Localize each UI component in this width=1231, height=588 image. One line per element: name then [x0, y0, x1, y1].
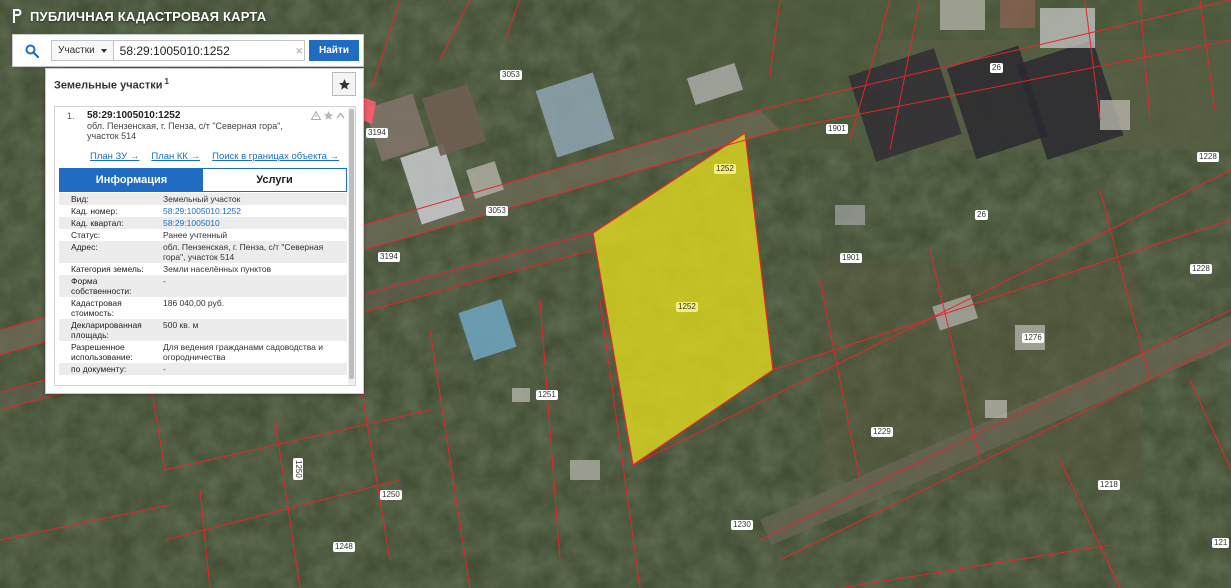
- info-key: Статус:: [71, 230, 101, 240]
- bookmark-button[interactable]: [332, 72, 356, 96]
- info-row: Статус: Ранее учтенный: [59, 229, 347, 241]
- parcel-label[interactable]: 1228: [1190, 264, 1212, 274]
- chevron-up-icon[interactable]: [336, 112, 345, 119]
- info-value: 186 040,00 руб.: [163, 298, 225, 308]
- parcel-label-selected[interactable]: 1252: [676, 302, 698, 312]
- warning-icon[interactable]: [311, 111, 321, 120]
- info-row: Форма собственности: -: [59, 275, 347, 297]
- result-index: 1.: [67, 111, 75, 121]
- info-key: Кад. номер:: [71, 206, 118, 216]
- parcel-label[interactable]: 3194: [378, 252, 400, 262]
- star-icon: [338, 78, 350, 90]
- parcel-label-selected[interactable]: 1252: [714, 164, 736, 174]
- results-count: 1: [164, 76, 169, 86]
- parcel-label[interactable]: 1901: [840, 253, 862, 263]
- info-value: Ранее учтенный: [163, 230, 228, 240]
- parcel-label[interactable]: 1228: [1197, 152, 1219, 162]
- scrollbar[interactable]: [348, 107, 355, 385]
- parcel-label[interactable]: 3194: [366, 128, 388, 138]
- info-value: обл. Пензенская, г. Пенза, с/т "Северная…: [163, 242, 324, 262]
- star-icon[interactable]: [323, 110, 334, 121]
- info-key: Адрес:: [71, 242, 98, 252]
- info-row: Декларированная площадь: 500 кв. м: [59, 319, 347, 341]
- app-header: ПУБЛИЧНАЯ КАДАСТРОВАЯ КАРТА: [0, 0, 400, 32]
- chevron-down-icon: [100, 48, 107, 53]
- info-row: Кад. номер: 58:29:1005010:1252: [59, 205, 347, 217]
- info-row: Кадастровая стоимость: 186 040,00 руб.: [59, 297, 347, 319]
- search-in-bounds-link[interactable]: Поиск в границах объекта →: [212, 151, 339, 162]
- search-type-label: Участки: [58, 45, 95, 56]
- panel-body: 1. 58:29:1005010:1252 обл. Пензенская, г…: [54, 106, 356, 386]
- parcel-label[interactable]: 1901: [826, 124, 848, 134]
- panel-header: Земельные участки 1: [46, 69, 363, 99]
- parcel-label[interactable]: 1229: [871, 427, 893, 437]
- result-links: План ЗУ → План КК → Поиск в границах объ…: [55, 151, 355, 162]
- plan-zu-link[interactable]: План ЗУ →: [90, 151, 139, 162]
- info-value: Земельный участок: [163, 194, 241, 204]
- tab-information[interactable]: Информация: [60, 169, 203, 191]
- info-value: -: [163, 364, 166, 374]
- parcel-label[interactable]: 1251: [536, 390, 558, 400]
- info-row: Вид: Земельный участок: [59, 193, 347, 205]
- info-tabs: Информация Услуги: [59, 168, 347, 192]
- info-key: Категория земель:: [71, 264, 144, 274]
- clear-search-icon[interactable]: ×: [295, 43, 303, 58]
- parcel-label[interactable]: 121: [1212, 538, 1230, 548]
- info-value: Земли населённых пунктов: [163, 264, 272, 274]
- info-row: по документу: -: [59, 363, 347, 375]
- result-item[interactable]: 1. 58:29:1005010:1252 обл. Пензенская, г…: [55, 107, 355, 141]
- info-key: Вид:: [71, 194, 89, 204]
- search-input[interactable]: [113, 40, 305, 61]
- info-row: Адрес: обл. Пензенская, г. Пенза, с/т "С…: [59, 241, 347, 263]
- app-title: ПУБЛИЧНАЯ КАДАСТРОВАЯ КАРТА: [30, 8, 267, 24]
- info-key: Разрешенное использование:: [71, 342, 133, 362]
- parcel-label[interactable]: 1248: [333, 542, 355, 552]
- parcel-label[interactable]: 1276: [1022, 333, 1044, 343]
- parcel-label[interactable]: 1250: [293, 458, 303, 480]
- parcel-label[interactable]: 26: [990, 63, 1003, 73]
- rosreestr-logo-icon[interactable]: [12, 8, 22, 24]
- parcel-label[interactable]: 3053: [486, 206, 508, 216]
- info-value: Для ведения гражданами садоводства и ого…: [163, 342, 324, 362]
- panel-title: Земельные участки 1: [54, 76, 169, 92]
- cad-number-link[interactable]: 58:29:1005010:1252: [159, 205, 347, 217]
- parcel-label[interactable]: 1218: [1098, 480, 1120, 490]
- info-row: Кад. квартал: 58:29:1005010: [59, 217, 347, 229]
- parcel-label[interactable]: 1230: [731, 520, 753, 530]
- parcel-label[interactable]: 3053: [500, 70, 522, 80]
- info-key: Кад. квартал:: [71, 218, 124, 228]
- parcel-label[interactable]: 26: [975, 210, 988, 220]
- info-key: по документу:: [71, 364, 127, 374]
- plan-kk-link[interactable]: План КК →: [151, 151, 200, 162]
- info-key: Декларированная площадь:: [71, 320, 142, 340]
- info-table: Вид: Земельный участок Кад. номер: 58:29…: [59, 193, 347, 375]
- tab-services[interactable]: Услуги: [203, 169, 346, 191]
- search-type-select[interactable]: Участки: [51, 40, 114, 61]
- cad-quarter-link[interactable]: 58:29:1005010: [159, 217, 347, 229]
- result-address: обл. Пензенская, г. Пенза, с/т "Северная…: [87, 121, 283, 141]
- results-panel: Земельные участки 1 1. 58:29:1005010:1252…: [45, 68, 364, 394]
- info-row: Разрешенное использование: Для ведения г…: [59, 341, 347, 363]
- info-key: Форма собственности:: [71, 276, 132, 296]
- result-icons: [311, 110, 345, 121]
- scrollbar-thumb[interactable]: [349, 109, 354, 379]
- find-button[interactable]: Найти: [309, 40, 359, 61]
- info-value: 500 кв. м: [163, 320, 199, 330]
- search-bar: Участки × Найти: [12, 34, 364, 67]
- search-icon[interactable]: [17, 39, 47, 63]
- info-key: Кадастровая стоимость:: [71, 298, 122, 318]
- info-value: -: [163, 276, 166, 286]
- info-row: Категория земель: Земли населённых пункт…: [59, 263, 347, 275]
- parcel-label[interactable]: 1250: [380, 490, 402, 500]
